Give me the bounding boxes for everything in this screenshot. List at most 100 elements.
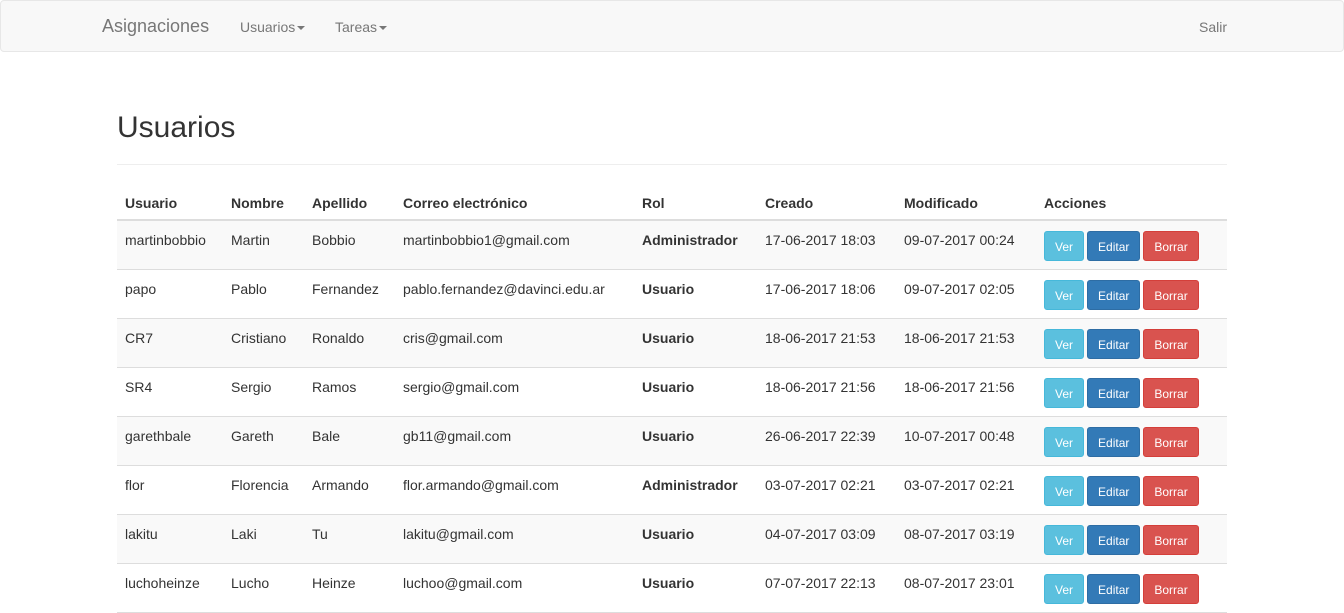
cell-creado: 07-07-2017 22:13 xyxy=(757,563,896,613)
cell-nombre: Cristiano xyxy=(223,318,304,368)
cell-modificado: 08-07-2017 23:01 xyxy=(896,563,1036,613)
edit-button[interactable]: Editar xyxy=(1087,378,1141,408)
cell-correo: luchoo@gmail.com xyxy=(395,563,634,613)
cell-apellido: Tu xyxy=(304,514,395,564)
header-acciones: Acciones xyxy=(1036,186,1227,221)
table-row: lakitu Laki Tu lakitu@gmail.com Usuario 04-07… xyxy=(117,514,1227,564)
edit-button[interactable]: Editar xyxy=(1087,574,1141,604)
top-navbar: Asignaciones Usuarios Tareas Salir xyxy=(0,0,1344,52)
table-row: CR7 Cristiano Ronaldo cris@gmail.com Usuario… xyxy=(117,318,1227,368)
cell-modificado: 03-07-2017 02:21 xyxy=(896,465,1036,515)
view-button[interactable]: Ver xyxy=(1044,574,1085,604)
cell-correo: gb11@gmail.com xyxy=(395,416,634,466)
cell-modificado: 18-06-2017 21:53 xyxy=(896,318,1036,368)
menu-tareas[interactable]: Tareas xyxy=(335,18,388,36)
cell-creado: 17-06-2017 18:03 xyxy=(757,220,896,270)
brand-link[interactable]: Asignaciones xyxy=(102,16,209,36)
edit-button[interactable]: Editar xyxy=(1087,476,1141,506)
cell-rol: Usuario xyxy=(634,514,757,564)
header-correo: Correo electrónico xyxy=(395,186,634,221)
header-rol: Rol xyxy=(634,186,757,221)
edit-button[interactable]: Editar xyxy=(1087,280,1141,310)
table-row: SR4 Sergio Ramos sergio@gmail.com Usuario 18-… xyxy=(117,367,1227,417)
delete-button[interactable]: Borrar xyxy=(1143,378,1199,408)
cell-acciones: Ver Editar Borrar xyxy=(1036,318,1227,368)
cell-acciones: Ver Editar Borrar xyxy=(1036,220,1227,270)
cell-creado: 18-06-2017 21:53 xyxy=(757,318,896,368)
cell-modificado: 10-07-2017 00:48 xyxy=(896,416,1036,466)
cell-acciones: Ver Editar Borrar xyxy=(1036,563,1227,613)
cell-nombre: Gareth xyxy=(223,416,304,466)
cell-modificado: 09-07-2017 00:24 xyxy=(896,220,1036,270)
cell-correo: martinbobbio1@gmail.com xyxy=(395,220,634,270)
delete-button[interactable]: Borrar xyxy=(1143,476,1199,506)
header-apellido: Apellido xyxy=(304,186,395,221)
cell-apellido: Ramos xyxy=(304,367,395,417)
table-row: martinbobbio Martin Bobbio martinbobbio1@gm… xyxy=(117,220,1227,270)
cell-correo: lakitu@gmail.com xyxy=(395,514,634,564)
menu-usuarios-label: Usuarios xyxy=(240,19,296,35)
title-divider xyxy=(117,164,1227,165)
delete-button[interactable]: Borrar xyxy=(1143,231,1199,261)
cell-apellido: Heinze xyxy=(304,563,395,613)
edit-button[interactable]: Editar xyxy=(1087,427,1141,457)
cell-rol: Usuario xyxy=(634,416,757,466)
cell-rol: Administrador xyxy=(634,465,757,515)
cell-correo: pablo.fernandez@davinci.edu.ar xyxy=(395,269,634,319)
cell-nombre: Martin xyxy=(223,220,304,270)
cell-rol: Administrador xyxy=(634,220,757,270)
cell-rol: Usuario xyxy=(634,318,757,368)
header-usuario: Usuario xyxy=(117,186,223,221)
cell-usuario: luchoheinze xyxy=(117,563,223,613)
view-button[interactable]: Ver xyxy=(1044,329,1085,359)
delete-button[interactable]: Borrar xyxy=(1143,427,1199,457)
table-header-row: Usuario Nombre Apellido Correo electróni… xyxy=(117,186,1227,221)
cell-apellido: Bale xyxy=(304,416,395,466)
view-button[interactable]: Ver xyxy=(1044,476,1085,506)
cell-usuario: papo xyxy=(117,269,223,319)
cell-rol: Usuario xyxy=(634,367,757,417)
cell-modificado: 18-06-2017 21:56 xyxy=(896,367,1036,417)
table-body: martinbobbio Martin Bobbio martinbobbio1@gm… xyxy=(117,220,1227,613)
header-creado: Creado xyxy=(757,186,896,221)
cell-nombre: Florencia xyxy=(223,465,304,515)
cell-correo: flor.armando@gmail.com xyxy=(395,465,634,515)
edit-button[interactable]: Editar xyxy=(1087,329,1141,359)
cell-creado: 03-07-2017 02:21 xyxy=(757,465,896,515)
table-row: papo Pablo Fernandez pablo.fernandez@davinc… xyxy=(117,269,1227,319)
page-title: Usuarios xyxy=(117,111,236,144)
delete-button[interactable]: Borrar xyxy=(1143,574,1199,604)
cell-acciones: Ver Editar Borrar xyxy=(1036,416,1227,466)
view-button[interactable]: Ver xyxy=(1044,231,1085,261)
caret-down-icon xyxy=(297,26,306,31)
view-button[interactable]: Ver xyxy=(1044,427,1085,457)
edit-button[interactable]: Editar xyxy=(1087,231,1141,261)
cell-usuario: martinbobbio xyxy=(117,220,223,270)
cell-apellido: Bobbio xyxy=(304,220,395,270)
cell-modificado: 09-07-2017 02:05 xyxy=(896,269,1036,319)
cell-nombre: Sergio xyxy=(223,367,304,417)
cell-apellido: Fernandez xyxy=(304,269,395,319)
users-table: Usuario Nombre Apellido Correo electróni… xyxy=(117,186,1227,613)
menu-usuarios[interactable]: Usuarios xyxy=(240,18,306,36)
cell-rol: Usuario xyxy=(634,269,757,319)
table-row: garethbale Gareth Bale gb11@gmail.com Usuari… xyxy=(117,416,1227,466)
cell-usuario: CR7 xyxy=(117,318,223,368)
cell-modificado: 08-07-2017 03:19 xyxy=(896,514,1036,564)
delete-button[interactable]: Borrar xyxy=(1143,525,1199,555)
cell-creado: 18-06-2017 21:56 xyxy=(757,367,896,417)
view-button[interactable]: Ver xyxy=(1044,378,1085,408)
view-button[interactable]: Ver xyxy=(1044,525,1085,555)
delete-button[interactable]: Borrar xyxy=(1143,329,1199,359)
cell-acciones: Ver Editar Borrar xyxy=(1036,367,1227,417)
cell-nombre: Pablo xyxy=(223,269,304,319)
cell-apellido: Ronaldo xyxy=(304,318,395,368)
cell-correo: sergio@gmail.com xyxy=(395,367,634,417)
cell-usuario: garethbale xyxy=(117,416,223,466)
edit-button[interactable]: Editar xyxy=(1087,525,1141,555)
logout-link[interactable]: Salir xyxy=(1199,18,1227,36)
cell-acciones: Ver Editar Borrar xyxy=(1036,514,1227,564)
delete-button[interactable]: Borrar xyxy=(1143,280,1199,310)
cell-nombre: Lucho xyxy=(223,563,304,613)
view-button[interactable]: Ver xyxy=(1044,280,1085,310)
